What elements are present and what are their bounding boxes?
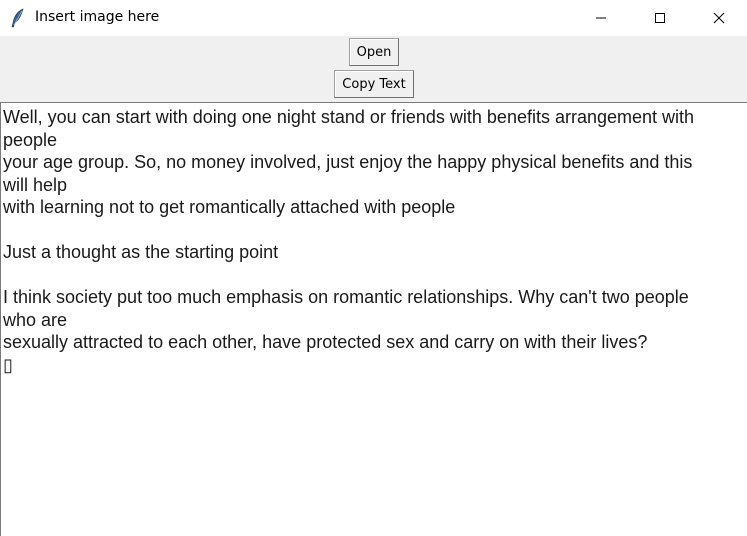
maximize-icon xyxy=(655,13,665,23)
text-line: people xyxy=(3,129,58,150)
toolbar: Open Copy Text xyxy=(0,36,747,102)
text-line: will help xyxy=(3,174,68,195)
text-line: I think society put too much emphasis on… xyxy=(3,287,689,307)
copy-text-button[interactable]: Copy Text xyxy=(334,70,414,98)
text-line xyxy=(3,219,747,242)
text-line: your age group. So, no money involved, j… xyxy=(3,152,693,172)
feather-icon xyxy=(10,8,26,28)
text-line: who are xyxy=(3,309,68,330)
text-line: ▯ xyxy=(3,354,13,375)
text-line: sexually attracted to each other, have p… xyxy=(3,332,648,352)
close-icon xyxy=(713,12,725,24)
maximize-button[interactable] xyxy=(637,0,683,36)
app-window: Insert image here Open Copy Text Well, y… xyxy=(0,0,747,536)
minimize-button[interactable] xyxy=(578,0,624,36)
minimize-icon xyxy=(596,17,606,19)
open-button[interactable]: Open xyxy=(349,38,399,66)
window-title: Insert image here xyxy=(35,9,160,25)
title-bar[interactable]: Insert image here xyxy=(0,0,747,36)
text-line: Well, you can start with doing one night… xyxy=(3,107,695,127)
text-line xyxy=(3,264,747,287)
text-area[interactable]: Well, you can start with doing one night… xyxy=(0,102,747,536)
text-line: Just a thought as the starting point xyxy=(3,242,279,262)
close-button[interactable] xyxy=(696,0,742,36)
text-line: with learning not to get romantically at… xyxy=(3,197,456,217)
